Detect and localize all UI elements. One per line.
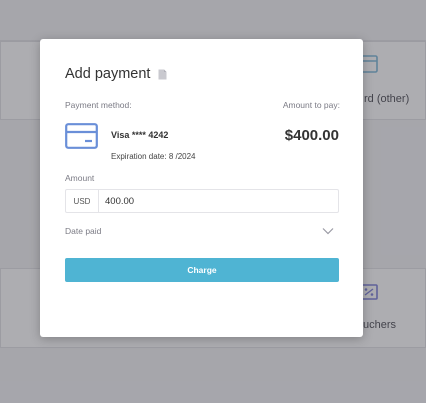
add-payment-dialog: Add payment Payment method: Amount to pa…	[40, 39, 363, 337]
charge-button[interactable]: Charge	[65, 258, 339, 282]
payment-method-label: Payment method:	[65, 100, 132, 110]
dialog-title-text: Add payment	[65, 66, 151, 82]
chevron-down-icon	[322, 228, 334, 235]
amount-input[interactable]	[99, 190, 338, 212]
document-icon	[158, 69, 167, 79]
date-paid-placeholder: Date paid	[65, 226, 102, 236]
payment-label-row: Payment method: Amount to pay:	[65, 100, 340, 110]
credit-card-icon	[65, 123, 98, 149]
amount-due: $400.00	[284, 127, 339, 144]
amount-field: USD	[65, 189, 339, 213]
dialog-title: Add payment	[65, 66, 167, 82]
card-number: Visa **** 4242	[111, 130, 169, 140]
card-expiration: Expiration date: 8 /2024	[111, 152, 196, 161]
date-paid-select[interactable]: Date paid	[65, 220, 339, 242]
amount-label: Amount	[65, 173, 95, 183]
currency-prefix: USD	[66, 190, 99, 212]
amount-to-pay-label: Amount to pay:	[282, 100, 340, 110]
